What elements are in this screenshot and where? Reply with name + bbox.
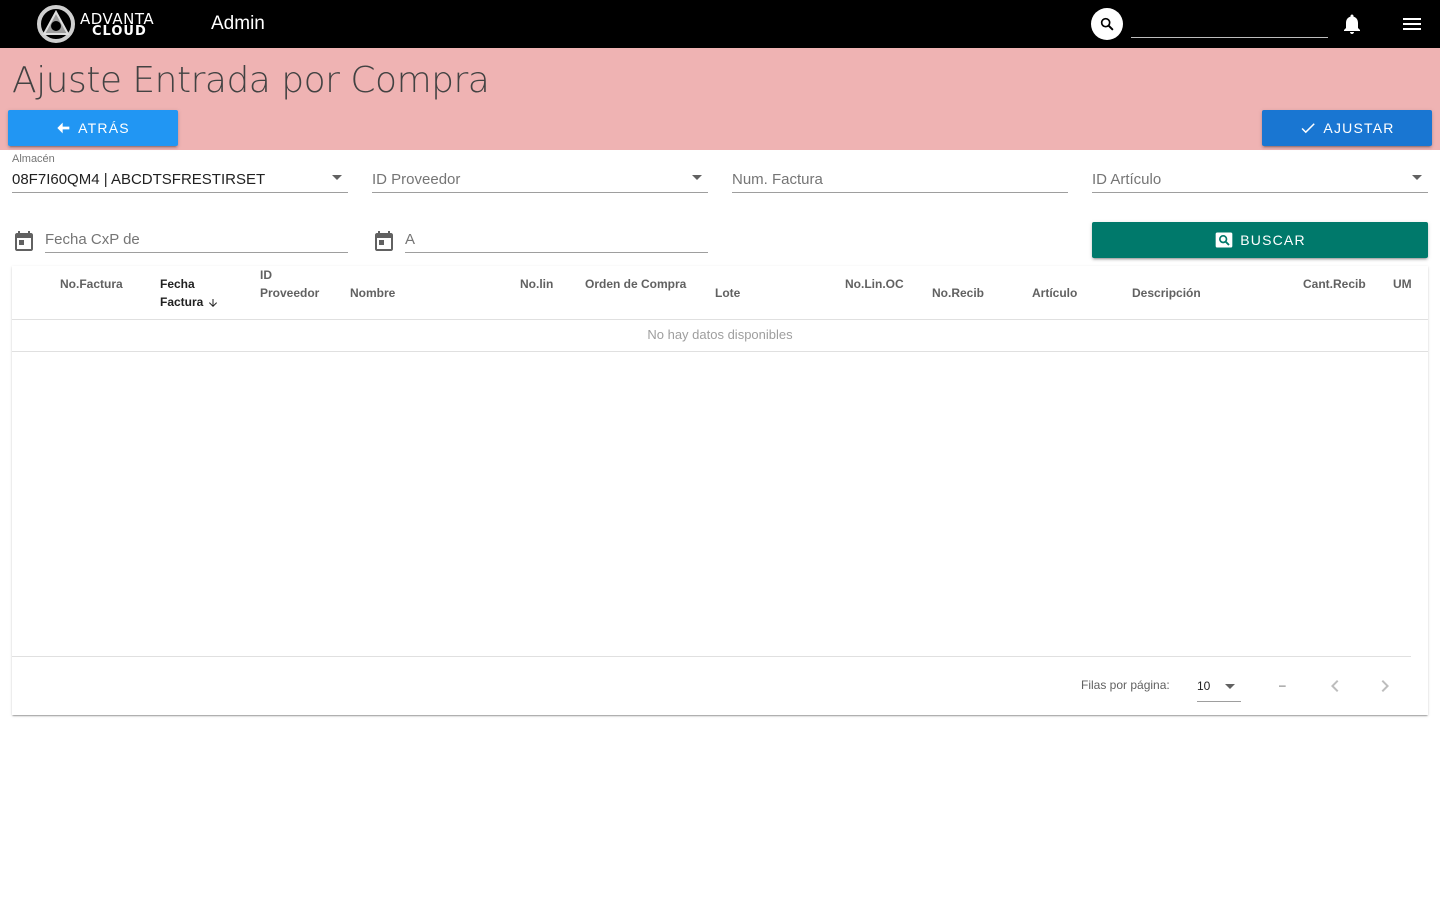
search-icon bbox=[1100, 17, 1114, 31]
column-header-label: No.lin bbox=[520, 277, 554, 291]
rows-per-page-select[interactable]: 10 bbox=[1197, 672, 1241, 702]
column-header-label: ID bbox=[260, 268, 272, 282]
arrow-left-icon bbox=[57, 122, 70, 134]
image-search-icon bbox=[1215, 232, 1233, 248]
column-header-label: Descripción bbox=[1132, 286, 1201, 300]
factura-placeholder: Num. Factura bbox=[732, 171, 823, 188]
column-header-label: Proveedor bbox=[260, 286, 320, 300]
column-header[interactable]: No.Lin.OC bbox=[845, 275, 904, 293]
fecha-a-input[interactable]: A bbox=[405, 227, 708, 253]
pagination-range: – bbox=[1279, 678, 1286, 692]
column-header[interactable]: UM bbox=[1393, 275, 1412, 293]
column-header-label: Cant.Recib bbox=[1303, 277, 1366, 291]
chevron-down-icon bbox=[692, 175, 702, 180]
column-header[interactable]: No.Recib bbox=[932, 284, 984, 302]
factura-input[interactable]: Num. Factura bbox=[732, 167, 1068, 193]
column-header[interactable]: Nombre bbox=[350, 284, 395, 302]
search-input[interactable] bbox=[1131, 10, 1328, 38]
bell-icon[interactable] bbox=[1340, 12, 1364, 36]
almacen-label: Almacén bbox=[12, 153, 55, 165]
column-header[interactable]: Artículo bbox=[1032, 284, 1077, 302]
column-header-label: No.Lin.OC bbox=[845, 277, 904, 291]
table-header: No.Factura Fecha Factura ID Proveedor No… bbox=[12, 266, 1428, 320]
top-app-bar: ADVANTA CLOUD Admin bbox=[0, 0, 1440, 48]
column-header[interactable]: No.lin bbox=[520, 275, 553, 293]
column-header-label-line2: Factura bbox=[160, 293, 219, 311]
calendar-icon[interactable] bbox=[372, 229, 396, 253]
arrow-down-icon bbox=[208, 298, 217, 307]
column-header[interactable]: Cant.Recib bbox=[1303, 275, 1366, 293]
table-footer-divider bbox=[12, 656, 1411, 657]
fecha-de-placeholder: Fecha CxP de bbox=[45, 231, 140, 248]
column-header-label: Factura bbox=[160, 295, 204, 309]
column-header-label: Orden de Compra bbox=[585, 277, 687, 291]
calendar-icon[interactable] bbox=[12, 229, 36, 253]
search-button[interactable] bbox=[1091, 8, 1123, 40]
column-header[interactable]: No.Factura bbox=[60, 275, 123, 293]
chevron-left-icon[interactable] bbox=[1323, 674, 1347, 698]
back-button-label: ATRÁS bbox=[78, 120, 130, 136]
search-submit-button[interactable]: BUSCAR bbox=[1092, 222, 1428, 258]
column-header[interactable]: Descripción bbox=[1132, 284, 1201, 302]
page-header: Ajuste Entrada por Compra ATRÁS AJUSTAR bbox=[0, 48, 1440, 150]
column-header-label: Lote bbox=[715, 286, 741, 300]
rows-per-page-label: Filas por página: bbox=[1081, 678, 1170, 692]
column-header-label: No.Recib bbox=[932, 286, 985, 300]
chevron-down-icon bbox=[1225, 684, 1235, 689]
articulo-placeholder: ID Artículo bbox=[1092, 171, 1162, 188]
fecha-a-placeholder: A bbox=[405, 231, 416, 248]
column-header-sorted[interactable]: Fecha Factura bbox=[160, 275, 219, 311]
logo-emblem-icon bbox=[37, 5, 75, 43]
column-header-label: Artículo bbox=[1032, 286, 1078, 300]
menu-icon[interactable] bbox=[1400, 12, 1424, 36]
page-title: Ajuste Entrada por Compra bbox=[12, 60, 490, 101]
search-submit-label: BUSCAR bbox=[1240, 232, 1306, 248]
fecha-de-input[interactable]: Fecha CxP de bbox=[45, 227, 348, 253]
column-header-label: UM bbox=[1393, 277, 1412, 291]
advanta-cloud-logo[interactable]: ADVANTA CLOUD bbox=[36, 4, 158, 44]
column-header-label: Fecha bbox=[160, 277, 195, 291]
app-title: Admin bbox=[211, 13, 265, 34]
almacen-select[interactable]: 08F7I60QM4 | ABCDTSFRESTIRSET bbox=[12, 167, 348, 193]
adjust-button-label: AJUSTAR bbox=[1323, 120, 1395, 136]
chevron-right-icon[interactable] bbox=[1373, 674, 1397, 698]
column-header-label: Nombre bbox=[350, 286, 396, 300]
results-table: No.Factura Fecha Factura ID Proveedor No… bbox=[12, 266, 1428, 715]
column-header-label: No.Factura bbox=[60, 277, 123, 291]
almacen-value: 08F7I60QM4 | ABCDTSFRESTIRSET bbox=[12, 171, 266, 188]
proveedor-placeholder: ID Proveedor bbox=[372, 171, 461, 188]
proveedor-select[interactable]: ID Proveedor bbox=[372, 167, 708, 193]
rows-per-page-value: 10 bbox=[1197, 679, 1211, 693]
adjust-button[interactable]: AJUSTAR bbox=[1262, 110, 1432, 146]
chevron-down-icon bbox=[1412, 175, 1422, 180]
articulo-select[interactable]: ID Artículo bbox=[1092, 167, 1428, 193]
logo-text-cloud: CLOUD bbox=[92, 24, 147, 39]
empty-state-row: No hay datos disponibles bbox=[12, 320, 1428, 352]
chevron-down-icon bbox=[332, 175, 342, 180]
column-header[interactable]: Lote bbox=[715, 284, 740, 302]
column-header[interactable]: Orden de Compra bbox=[585, 275, 686, 293]
column-header[interactable]: ID Proveedor bbox=[260, 266, 319, 302]
back-button[interactable]: ATRÁS bbox=[8, 110, 178, 146]
check-icon bbox=[1301, 123, 1316, 134]
